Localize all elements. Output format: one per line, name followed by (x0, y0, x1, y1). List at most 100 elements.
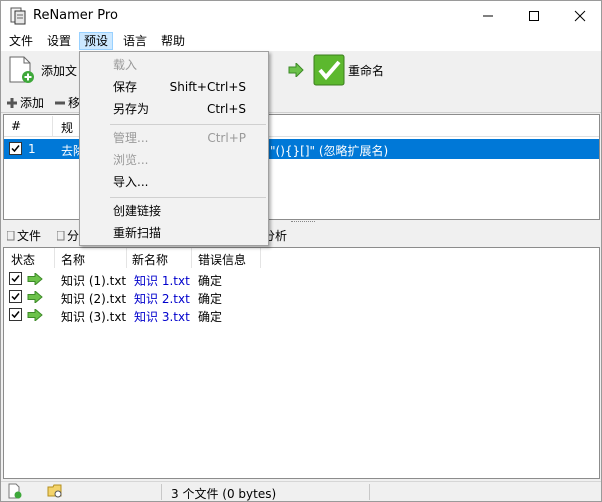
minimize-button[interactable] (465, 1, 511, 31)
file-new-name: 知识 1.txt (134, 274, 190, 288)
file-name: 知识 (1).txt (61, 274, 127, 288)
col-divider (52, 116, 53, 136)
save-shortcut: Shift+Ctrl+S (169, 80, 246, 94)
menu-item-rescan[interactable]: 重新扫描 (80, 222, 268, 244)
rename-button[interactable]: 重命名 (313, 53, 384, 87)
maximize-icon (529, 11, 539, 21)
file-row[interactable]: 知识 (3).txt 知识 3.txt 确定 (4, 306, 261, 324)
minus-icon (55, 101, 65, 104)
close-button[interactable] (557, 1, 602, 31)
menu-bar: 文件 设置 预设 语言 帮助 (1, 31, 601, 51)
save-as-shortcut: Ctrl+S (206, 102, 246, 116)
files-col-state[interactable]: 状态 (11, 251, 35, 268)
window-title: ReNamer Pro (33, 8, 118, 23)
add-files-label: 添加文 (41, 63, 78, 78)
remove-rule-button[interactable]: 移 (55, 94, 80, 111)
file-new-name: 知识 2.txt (134, 292, 190, 306)
manage-label: 管理... (113, 131, 149, 145)
file-name: 知识 (3).txt (61, 310, 127, 324)
create-link-label: 创建链接 (113, 204, 162, 218)
rule-checkbox[interactable] (9, 142, 22, 155)
maximize-button[interactable] (511, 1, 557, 31)
rename-label: 重命名 (348, 63, 385, 78)
menu-item-load[interactable]: 载入 (80, 54, 268, 76)
arrow-right-icon (27, 309, 43, 321)
col-divider (191, 248, 192, 268)
split-tab-icon (57, 230, 65, 240)
plus-icon (7, 97, 17, 108)
menu-file[interactable]: 文件 (5, 32, 37, 50)
rule-number: 1 (28, 142, 36, 156)
add-rule-label: 添加 (20, 96, 45, 110)
app-window: ReNamer Pro 文件 设置 预设 语言 帮助 添加文 重命名 添加 移 … (0, 0, 602, 502)
check-icon (11, 145, 20, 153)
files-col-name[interactable]: 名称 (61, 251, 85, 268)
menu-item-save[interactable]: 保存 Shift+Ctrl+S (80, 76, 268, 98)
file-row[interactable]: 知识 (2).txt 知识 2.txt 确定 (4, 288, 261, 306)
menu-settings[interactable]: 设置 (43, 32, 75, 50)
col-divider (126, 248, 127, 268)
file-error: 确定 (198, 274, 223, 288)
add-file-icon (9, 56, 34, 83)
tab-split[interactable]: 分 (57, 227, 79, 244)
menu-item-create-link[interactable]: 创建链接 (80, 200, 268, 222)
file-row[interactable]: 知识 (1).txt 知识 1.txt 确定 (4, 270, 261, 288)
menu-separator (110, 197, 266, 198)
rename-check-icon (313, 54, 345, 86)
menu-presets[interactable]: 预设 (79, 32, 114, 50)
app-icon (10, 7, 26, 25)
arrow-right-icon (288, 63, 304, 77)
col-divider (54, 248, 55, 268)
files-tab-icon (7, 230, 15, 240)
file-checkbox[interactable] (9, 308, 22, 321)
tab-files[interactable]: 文件 (7, 227, 41, 244)
file-name: 知识 (2).txt (61, 292, 127, 306)
save-label: 保存 (113, 80, 138, 94)
rules-col-num[interactable]: # (11, 119, 21, 133)
import-label: 导入... (113, 175, 149, 189)
menu-language[interactable]: 语言 (119, 32, 151, 50)
close-icon (574, 10, 586, 22)
check-icon (11, 275, 20, 283)
check-icon (11, 311, 20, 319)
rule-description: "(){}[]" (忽略扩展名) (270, 144, 389, 158)
file-error: 确定 (198, 310, 223, 324)
menu-item-save-as[interactable]: 另存为 Ctrl+S (80, 98, 268, 120)
file-checkbox[interactable] (9, 272, 22, 285)
rescan-label: 重新扫描 (113, 226, 162, 240)
status-divider (369, 484, 370, 500)
save-as-label: 另存为 (113, 102, 150, 116)
menu-help[interactable]: 帮助 (157, 32, 189, 50)
files-col-error[interactable]: 错误信息 (198, 251, 246, 268)
status-file-count: 3 个文件 (0 bytes) (171, 487, 277, 501)
load-label: 载入 (113, 58, 138, 72)
add-file-small-icon[interactable] (7, 483, 23, 499)
check-icon (11, 293, 20, 301)
presets-dropdown-menu: 载入 保存 Shift+Ctrl+S 另存为 Ctrl+S 管理... Ctrl… (79, 51, 269, 246)
tab-split-label: 分 (67, 229, 80, 243)
minimize-icon (483, 15, 493, 17)
add-rule-button[interactable]: 添加 (7, 94, 44, 111)
status-bar: 3 个文件 (0 bytes) (1, 481, 601, 501)
files-header: 状态 名称 新名称 错误信息 (4, 248, 599, 268)
files-col-new-name[interactable]: 新名称 (132, 251, 168, 268)
file-checkbox[interactable] (9, 290, 22, 303)
arrow-right-icon (27, 273, 43, 285)
tab-files-label: 文件 (17, 229, 42, 243)
menu-item-manage[interactable]: 管理... Ctrl+P (80, 127, 268, 149)
add-folder-small-icon[interactable] (47, 483, 63, 499)
rules-col-rule[interactable]: 规 (61, 119, 73, 136)
browse-label: 浏览... (113, 153, 149, 167)
title-bar: ReNamer Pro (1, 1, 601, 31)
status-divider (161, 484, 162, 500)
file-error: 确定 (198, 292, 223, 306)
menu-item-browse[interactable]: 浏览... (80, 149, 268, 171)
menu-item-import[interactable]: 导入... (80, 171, 268, 193)
manage-shortcut: Ctrl+P (207, 131, 246, 145)
arrow-right-icon (27, 291, 43, 303)
col-divider (260, 248, 261, 268)
add-files-button[interactable]: 添加文 (7, 54, 77, 86)
menu-separator (110, 124, 266, 125)
file-new-name: 知识 3.txt (134, 310, 190, 324)
files-list[interactable]: 状态 名称 新名称 错误信息 知识 (1).txt 知识 1.txt 确定 知识… (3, 247, 600, 479)
